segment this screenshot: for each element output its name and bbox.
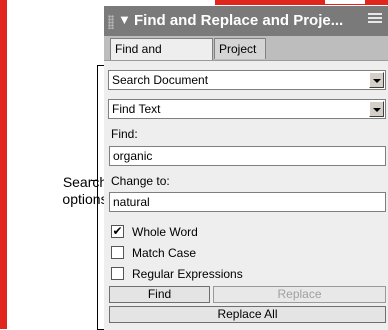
chevron-down-icon[interactable] — [369, 101, 384, 117]
replace-all-button[interactable]: Replace All — [109, 306, 386, 323]
tab-strip: Find and Replace Project — [104, 36, 388, 76]
tab-find-and-replace[interactable]: Find and Replace — [110, 38, 213, 76]
panel-title: Find and Replace and Proje... — [134, 12, 344, 29]
panel-menu-icon[interactable] — [368, 13, 382, 27]
change-to-input[interactable]: natural — [109, 192, 386, 212]
search-scope-select[interactable]: Search Document — [108, 70, 386, 90]
search-scope-value: Search Document — [112, 73, 209, 87]
find-mode-value: Find Text — [112, 102, 161, 116]
replace-button[interactable]: Replace — [213, 286, 386, 303]
regex-checkbox[interactable] — [111, 267, 124, 280]
tab-project[interactable]: Project — [214, 38, 266, 59]
chevron-down-icon[interactable] — [369, 72, 384, 88]
find-label: Find: — [111, 127, 138, 141]
whole-word-label: Whole Word — [132, 225, 198, 239]
gripper-icon[interactable] — [108, 15, 114, 29]
find-replace-panel: ▼ Find and Replace and Proje... Find and… — [104, 6, 388, 330]
match-case-label: Match Case — [132, 246, 197, 260]
find-mode-select[interactable]: Find Text — [108, 99, 386, 119]
red-border-left — [0, 0, 7, 329]
match-case-checkbox[interactable] — [111, 246, 124, 259]
panel-titlebar[interactable]: ▼ Find and Replace and Proje... — [104, 6, 388, 36]
find-input[interactable]: organic — [109, 146, 386, 166]
regex-label: Regular Expressions — [132, 267, 243, 281]
find-button[interactable]: Find — [109, 286, 210, 303]
change-to-label: Change to: — [111, 174, 170, 188]
callout-bracket — [97, 65, 104, 330]
collapse-arrow-icon[interactable]: ▼ — [118, 12, 131, 27]
callout-bracket-tick — [91, 180, 97, 181]
whole-word-checkbox[interactable]: ✔ — [111, 225, 124, 238]
panel-body: Search Document Find Text Find: organic … — [104, 60, 388, 330]
